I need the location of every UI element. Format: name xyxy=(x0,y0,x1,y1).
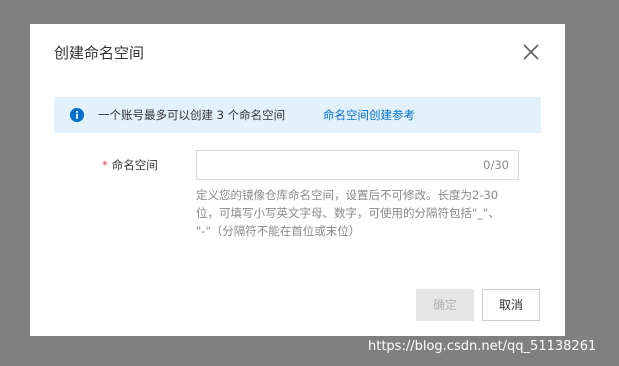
info-icon xyxy=(70,108,84,122)
namespace-input[interactable] xyxy=(197,151,467,179)
close-button[interactable] xyxy=(521,42,541,62)
namespace-guide-link[interactable]: 命名空间创建参考 xyxy=(323,107,415,123)
namespace-input-box: 0/30 xyxy=(196,150,519,180)
info-notice: 一个账号最多可以创建 3 个命名空间 命名空间创建参考 xyxy=(54,97,541,133)
cancel-button[interactable]: 取消 xyxy=(482,289,540,321)
dialog-title: 创建命名空间 xyxy=(54,44,145,62)
help-line: 位，可填写小写英文字母、数字，可使用的分隔符包括"_"、 xyxy=(196,206,500,220)
close-icon xyxy=(521,42,541,62)
watermark-text: https://blog.csdn.net/qq_51138261 xyxy=(368,339,597,354)
namespace-label-text: 命名空间 xyxy=(111,158,158,172)
create-namespace-dialog: 创建命名空间 一个账号最多可以创建 3 个命名空间 命名空间创建参考 * 命名空间… xyxy=(30,24,565,336)
notice-text: 一个账号最多可以创建 3 个命名空间 xyxy=(98,108,286,122)
char-counter: 0/30 xyxy=(483,158,509,172)
help-line: "-"（分隔符不能在首位或末位） xyxy=(196,224,361,238)
required-mark: * xyxy=(102,158,108,172)
namespace-label: * 命名空间 xyxy=(102,157,158,173)
confirm-button[interactable]: 确定 xyxy=(416,289,474,321)
help-line: 定义您的镜像仓库命名空间，设置后不可修改。长度为2-30 xyxy=(196,188,499,202)
namespace-help-text: 定义您的镜像仓库命名空间，设置后不可修改。长度为2-30 位，可填写小写英文字母… xyxy=(196,186,526,240)
